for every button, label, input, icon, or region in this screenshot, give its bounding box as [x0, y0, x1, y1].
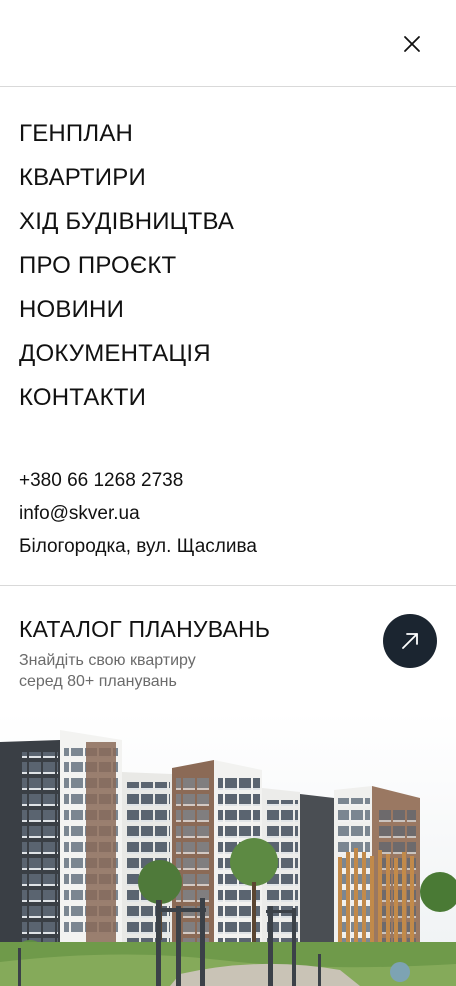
menu-header — [0, 0, 456, 87]
nav-item-about-project[interactable]: ПРО ПРОЄКТ — [19, 244, 234, 288]
nav-item-genplan[interactable]: ГЕНПЛАН — [19, 112, 234, 156]
nav-item-apartments[interactable]: КВАРТИРИ — [19, 156, 234, 200]
email-link[interactable]: info@skver.ua — [19, 497, 257, 530]
address-text: Білогородка, вул. Щаслива — [19, 536, 257, 557]
section-divider — [0, 585, 456, 586]
close-icon — [404, 36, 420, 52]
nav-item-contacts[interactable]: КОНТАКТИ — [19, 376, 234, 420]
nav-item-news[interactable]: НОВИНИ — [19, 288, 234, 332]
catalog-title: КАТАЛОГ ПЛАНУВАНЬ — [19, 616, 271, 642]
nav-item-documentation[interactable]: ДОКУМЕНТАЦІЯ — [19, 332, 234, 376]
catalog-open-button[interactable] — [383, 614, 437, 668]
arrow-up-right-icon — [402, 633, 418, 649]
catalog-card[interactable]: КАТАЛОГ ПЛАНУВАНЬ Знайдіть свою квартиру… — [19, 612, 439, 702]
catalog-subtitle-line: Знайдіть свою квартиру — [19, 652, 196, 669]
catalog-subtitle-line: серед 80+ планувань — [19, 673, 177, 690]
nav-item-construction-progress[interactable]: ХІД БУДІВНИЦТВА — [19, 200, 234, 244]
contacts-block: +380 66 1268 2738 info@skver.ua Білогоро… — [19, 464, 257, 563]
residential-complex-image — [0, 712, 456, 986]
catalog-subtitle: Знайдіть свою квартиру серед 80+ планува… — [19, 650, 439, 692]
main-navigation: ГЕНПЛАН КВАРТИРИ ХІД БУДІВНИЦТВА ПРО ПРО… — [19, 112, 234, 420]
close-menu-button[interactable] — [398, 30, 426, 58]
phone-link[interactable]: +380 66 1268 2738 — [19, 464, 257, 497]
building-illustration — [0, 712, 456, 986]
